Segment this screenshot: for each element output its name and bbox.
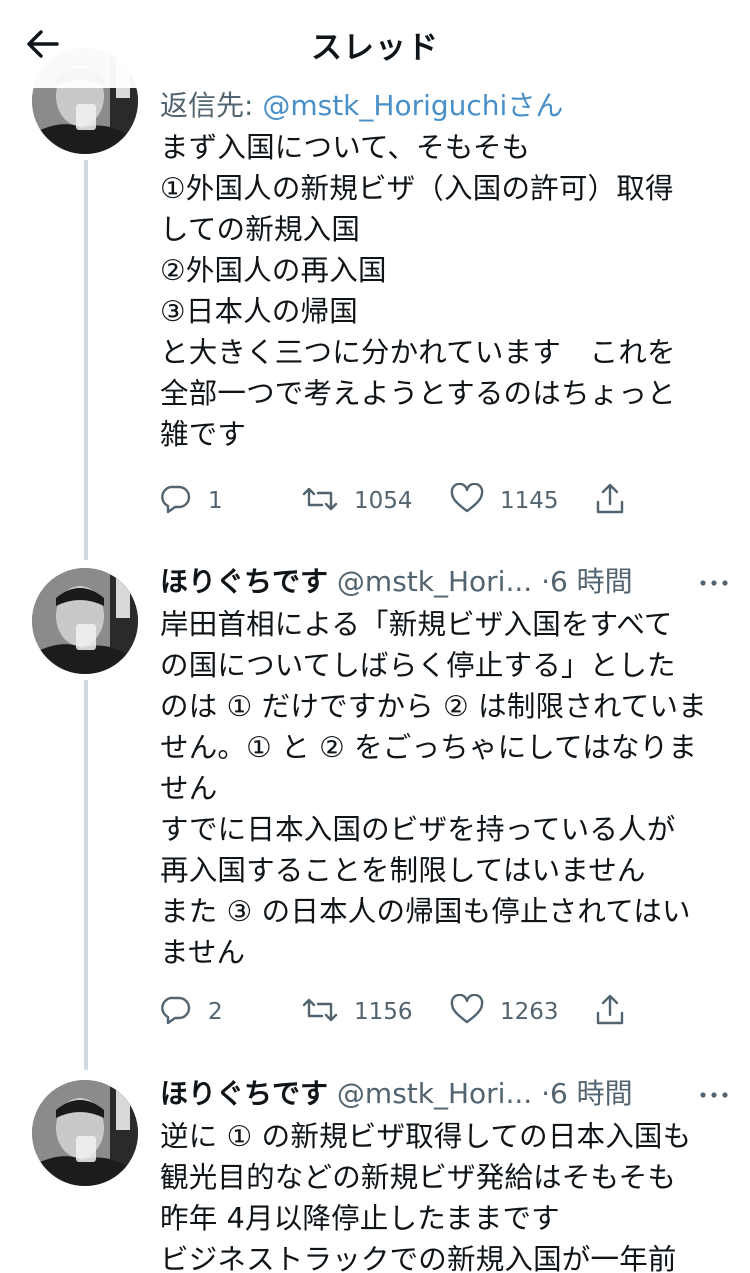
user-handle[interactable]: @mstk_Hori... <box>337 565 532 598</box>
reply-prefix: 返信先: <box>160 89 263 122</box>
avatar[interactable] <box>32 1080 138 1186</box>
share-button[interactable] <box>594 992 626 1032</box>
retweet-button[interactable]: 1054 <box>302 481 413 521</box>
user-handle[interactable]: @mstk_Hori... <box>337 1077 532 1110</box>
thread-line <box>84 680 88 1070</box>
reply-context: 返信先: @mstk_Horiguchiさん <box>160 86 720 126</box>
page-title: スレッド <box>311 30 439 66</box>
more-button[interactable] <box>694 562 734 602</box>
reply-button[interactable]: 1 <box>160 481 223 521</box>
reply-button[interactable]: 2 <box>160 992 223 1032</box>
more-icon <box>699 573 729 592</box>
more-button[interactable] <box>694 1074 734 1114</box>
tweet-header: ほりぐちです @mstk_Hori... ·6 時間 <box>160 1074 720 1114</box>
thread-page: スレッド 返信先: @mstk_Horiguchiさん まず入国について、そもそ… <box>0 0 750 1273</box>
timestamp[interactable]: ·6 時間 <box>541 1077 633 1110</box>
retweet-count: 1156 <box>354 999 413 1025</box>
more-icon <box>699 1085 729 1104</box>
share-icon <box>594 993 626 1031</box>
display-name[interactable]: ほりぐちです <box>160 565 328 598</box>
reply-icon <box>160 994 192 1030</box>
tweet[interactable]: ほりぐちです @mstk_Hori... ·6 時間 岸田首相による「新規ビザ入… <box>160 562 728 973</box>
avatar[interactable] <box>32 568 138 674</box>
tweet-text: まず入国について、そもそも ①外国人の新規ビザ（入国の許可）取得 しての新規入国… <box>160 131 676 451</box>
share-icon <box>594 482 626 520</box>
heart-icon <box>450 482 484 519</box>
retweet-count: 1054 <box>354 488 413 514</box>
tweet-actions: 1 1054 1145 <box>160 481 640 521</box>
reply-suffix: さん <box>507 89 564 122</box>
share-button[interactable] <box>594 481 626 521</box>
like-button[interactable]: 1145 <box>450 481 559 521</box>
reply-mention-link[interactable]: @mstk_Horiguchi <box>262 89 507 122</box>
retweet-icon <box>302 994 338 1030</box>
tweet[interactable]: ほりぐちです @mstk_Hori... ·6 時間 逆に ① の新規ビザ取得し… <box>160 1074 728 1273</box>
like-count: 1263 <box>500 999 559 1025</box>
tweet-text: 岸田首相による「新規ビザ入国をすべて の国についてしばらく停止する」とした のは… <box>160 608 707 969</box>
thread-line <box>84 160 88 560</box>
tweet-actions: 2 1156 1263 <box>160 992 640 1032</box>
tweet-header: ほりぐちです @mstk_Hori... ·6 時間 <box>160 562 720 602</box>
retweet-icon <box>302 483 338 519</box>
like-count: 1145 <box>500 488 559 514</box>
reply-icon <box>160 483 192 519</box>
tweet-text: 逆に ① の新規ビザ取得しての日本入国も 観光目的などの新規ビザ発給はそもそも … <box>160 1120 692 1273</box>
tweet[interactable]: 返信先: @mstk_Horiguchiさん まず入国について、そもそも ①外国… <box>160 86 720 455</box>
retweet-button[interactable]: 1156 <box>302 992 413 1032</box>
display-name[interactable]: ほりぐちです <box>160 1077 328 1110</box>
reply-count: 1 <box>208 488 223 514</box>
reply-count: 2 <box>208 999 223 1025</box>
timestamp[interactable]: ·6 時間 <box>541 565 633 598</box>
top-bar: スレッド <box>0 0 750 88</box>
like-button[interactable]: 1263 <box>450 992 559 1032</box>
heart-icon <box>450 993 484 1030</box>
